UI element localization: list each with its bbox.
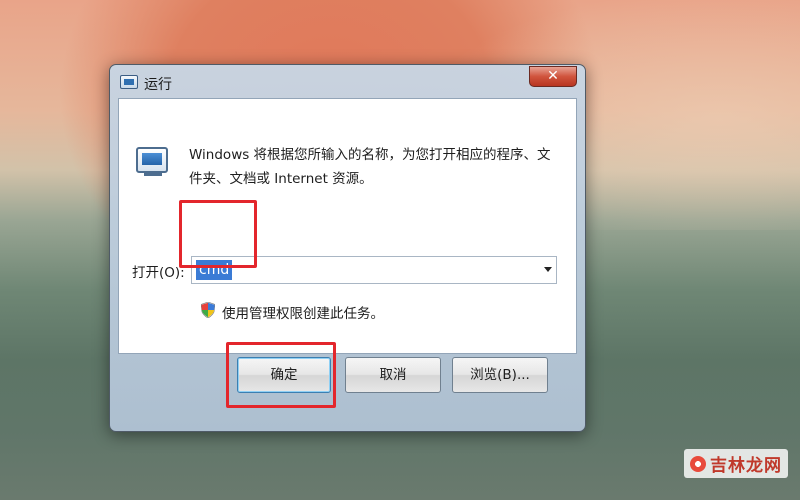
highlight-command-input <box>179 200 257 268</box>
run-program-icon <box>136 147 168 176</box>
browse-button[interactable]: 浏览(B)... <box>452 357 548 393</box>
uac-shield-icon <box>201 302 215 318</box>
close-button[interactable]: ✕ <box>529 66 577 87</box>
chevron-down-icon[interactable] <box>544 267 552 272</box>
cancel-button[interactable]: 取消 <box>345 357 441 393</box>
site-watermark: 吉林龙网 <box>684 449 788 478</box>
admin-privileges-note: 使用管理权限创建此任务。 <box>222 306 384 322</box>
title-bar[interactable]: 运行 ✕ <box>110 65 585 99</box>
description-text: Windows 将根据您所输入的名称，为您打开相应的程序、文件夹、文档或 Int… <box>189 147 551 187</box>
watermark-text: 吉林龙网 <box>710 456 782 476</box>
run-icon <box>120 75 138 89</box>
open-label: 打开(O): <box>132 265 185 281</box>
dialog-title: 运行 <box>144 77 172 93</box>
watermark-logo-icon <box>690 455 706 472</box>
highlight-ok-button <box>226 342 336 408</box>
